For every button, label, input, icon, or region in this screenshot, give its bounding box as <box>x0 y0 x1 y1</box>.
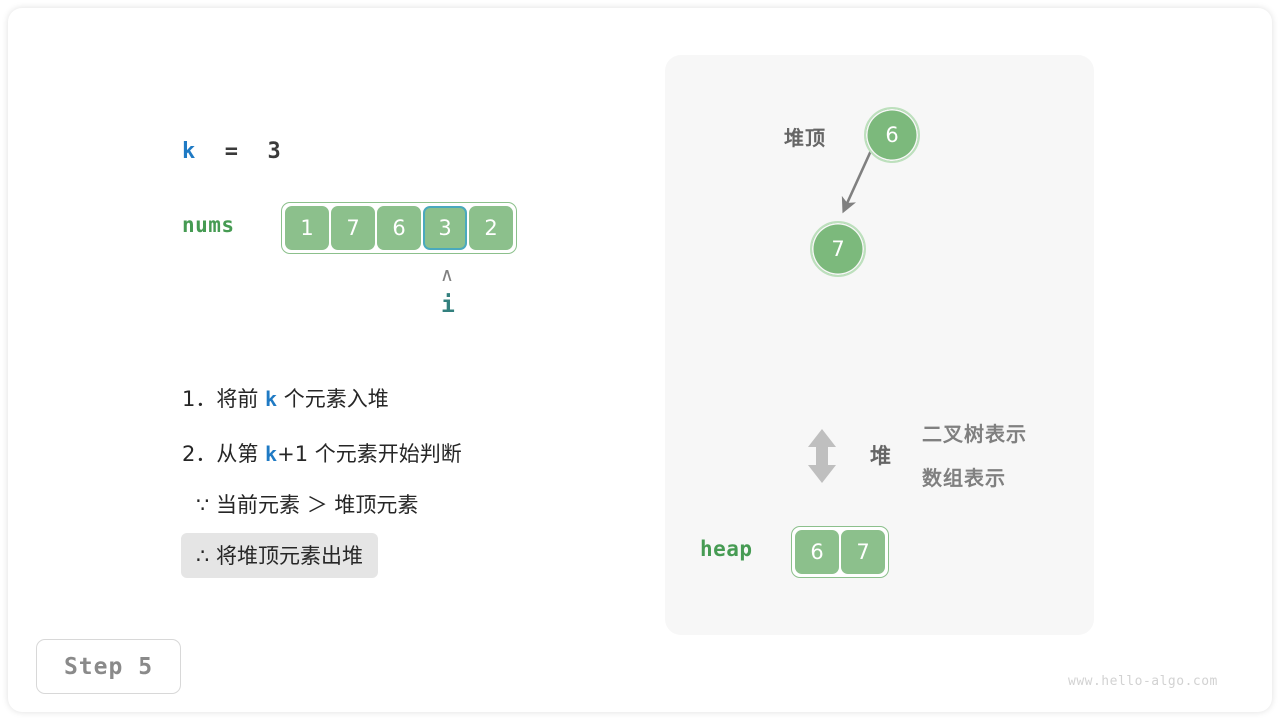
heap-top-label: 堆顶 <box>784 126 826 150</box>
heap-legend-word: 堆 <box>870 444 891 468</box>
step-badge: Step 5 <box>36 639 181 694</box>
array-representation-label: 数组表示 <box>922 466 1006 490</box>
step-line-2: 2．从第 k+1 个元素开始判断 <box>182 438 462 468</box>
nums-cell-1[interactable]: 7 <box>331 206 375 250</box>
nums-cell-4[interactable]: 2 <box>469 206 513 250</box>
step-1-suffix: 个元素入堆 <box>277 387 389 411</box>
index-pointer-label: i <box>441 292 455 318</box>
k-equals-sign: = <box>196 139 268 164</box>
diagram-canvas: k = 3 nums 1 7 6 3 2 ∧ i 1．将前 k 个元素入堆 2．… <box>0 0 1280 720</box>
conclusion-line-highlighted: ∴ 将堆顶元素出堆 <box>181 533 379 578</box>
step-1-k-variable: k <box>265 387 278 411</box>
k-variable: k <box>182 139 197 164</box>
up-down-swap-icon <box>808 429 836 483</box>
condition-line: ∵ 当前元素 ＞ 堆顶元素 <box>196 493 419 517</box>
step-2-suffix: +1 个元素开始判断 <box>277 442 462 466</box>
index-caret-icon: ∧ <box>440 264 454 286</box>
tree-node-root[interactable]: 6 <box>864 107 920 163</box>
step-line-1: 1．将前 k 个元素入堆 <box>182 383 389 413</box>
nums-array: 1 7 6 3 2 <box>281 202 517 254</box>
tree-representation-label: 二叉树表示 <box>922 422 1027 446</box>
nums-cell-2[interactable]: 6 <box>377 206 421 250</box>
k-assignment: k = 3 <box>182 139 282 164</box>
nums-label: nums <box>182 213 235 237</box>
step-1-prefix: 1．将前 <box>182 387 266 411</box>
heap-cell-1[interactable]: 7 <box>841 530 885 574</box>
heap-array: 6 7 <box>791 526 889 578</box>
nums-cell-3[interactable]: 3 <box>423 206 467 250</box>
k-value: 3 <box>267 139 282 164</box>
watermark: www.hello-algo.com <box>1068 674 1218 689</box>
tree-node-child[interactable]: 7 <box>810 221 866 277</box>
step-2-prefix: 2．从第 <box>182 442 266 466</box>
heap-label: heap <box>700 537 753 561</box>
step-2-k-variable: k <box>265 442 278 466</box>
heap-cell-0[interactable]: 6 <box>795 530 839 574</box>
nums-cell-0[interactable]: 1 <box>285 206 329 250</box>
